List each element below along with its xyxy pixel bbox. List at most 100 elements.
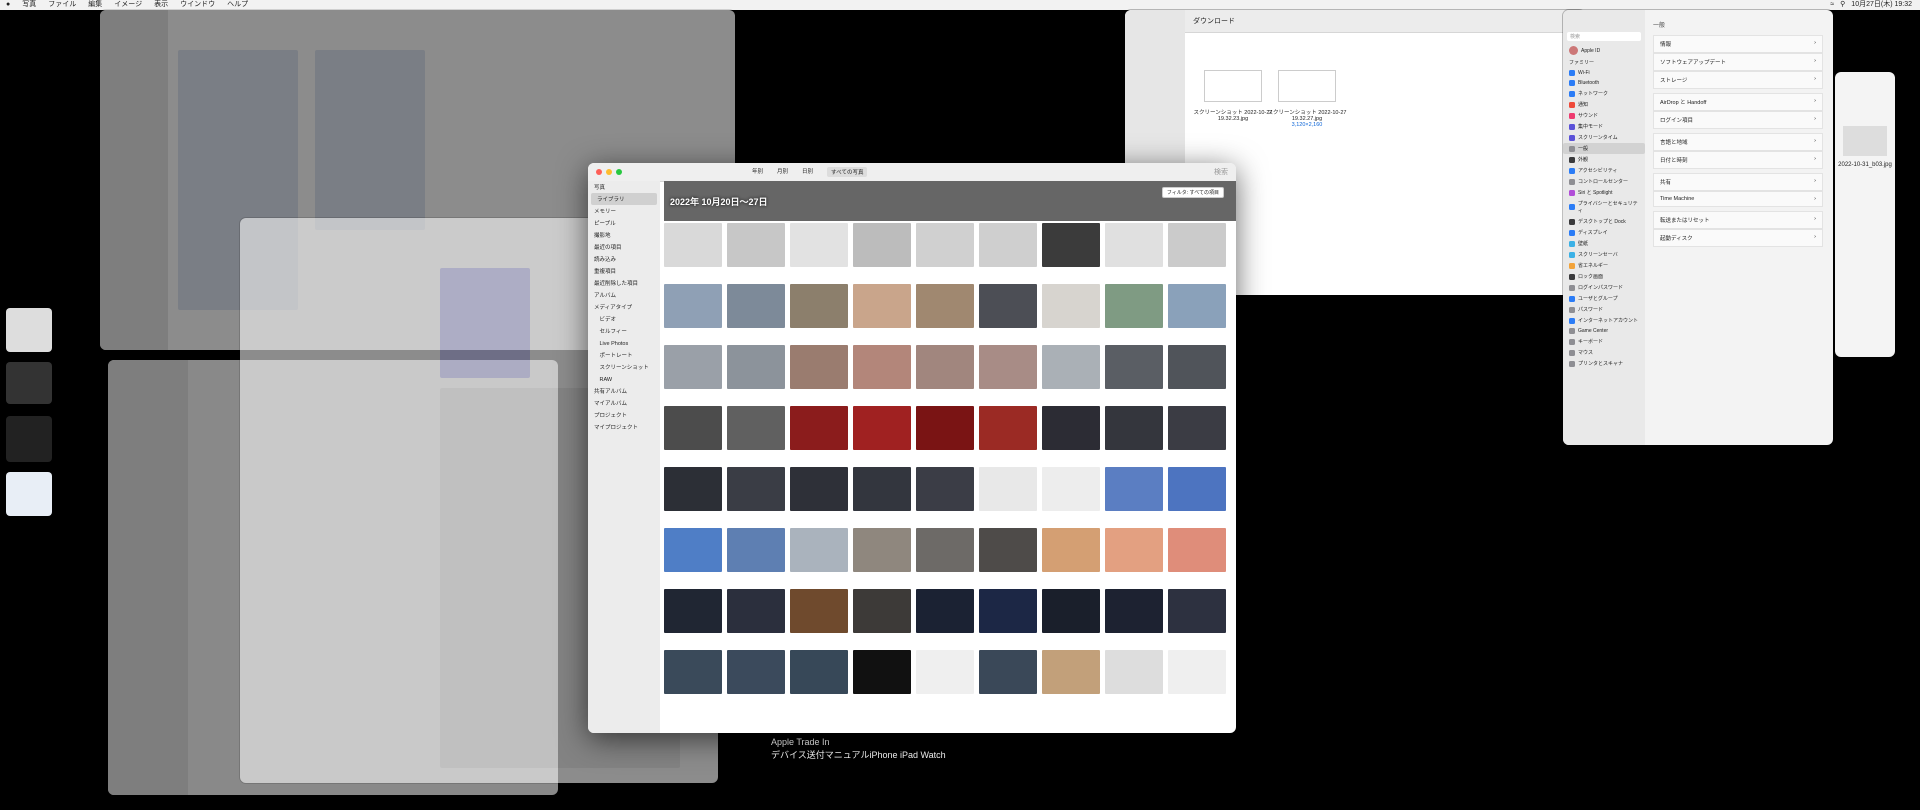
photo-thumbnail[interactable] [727, 284, 785, 328]
file-item[interactable]: スクリーンショット 2022-10-27 19.32.23.jpg [1193, 70, 1273, 122]
photo-thumbnail[interactable] [1042, 650, 1100, 694]
settings-sidebar-item[interactable]: 外観 [1563, 154, 1645, 165]
photo-thumbnail[interactable] [1042, 284, 1100, 328]
settings-sidebar-item[interactable]: マウス [1563, 347, 1645, 358]
photo-thumbnail[interactable] [727, 345, 785, 389]
photo-thumbnail[interactable] [727, 650, 785, 694]
file-item[interactable]: スクリーンショット 2022-10-27 19.32.27.jpg 3,120×… [1267, 70, 1347, 128]
settings-sidebar-item[interactable]: プリンタとスキャナ [1563, 358, 1645, 369]
photo-thumbnail[interactable] [664, 406, 722, 450]
stage-thumbnail-2[interactable] [6, 362, 52, 404]
photo-thumbnail[interactable] [790, 223, 848, 267]
photo-thumbnail[interactable] [979, 467, 1037, 511]
photo-thumbnail[interactable] [916, 589, 974, 633]
settings-sidebar-item[interactable]: Bluetooth [1563, 78, 1645, 88]
settings-sidebar-item[interactable]: ログインパスワード [1563, 282, 1645, 293]
photo-thumbnail[interactable] [853, 528, 911, 572]
menu-item-edit[interactable]: 編集 [82, 0, 108, 10]
settings-row[interactable]: AirDrop と Handoff › [1653, 93, 1823, 111]
settings-row[interactable]: 日付と時刻 › [1653, 151, 1823, 169]
photo-thumbnail[interactable] [1105, 284, 1163, 328]
settings-row[interactable]: Time Machine › [1653, 191, 1823, 207]
settings-sidebar-item[interactable]: Game Center [1563, 326, 1645, 336]
menu-item-photos[interactable]: 写真 [16, 0, 42, 10]
settings-sidebar-item[interactable]: サウンド [1563, 110, 1645, 121]
photo-thumbnail[interactable] [979, 284, 1037, 328]
photo-thumbnail[interactable] [853, 589, 911, 633]
tab-years[interactable]: 年別 [752, 167, 763, 177]
settings-sidebar-item[interactable]: キーボード [1563, 336, 1645, 347]
photo-thumbnail[interactable] [790, 406, 848, 450]
settings-sidebar-item[interactable]: 一般 [1563, 143, 1645, 154]
sidebar-item[interactable]: 重複項目 [588, 265, 660, 277]
settings-sidebar-item[interactable]: Wi-Fi [1563, 68, 1645, 78]
photo-thumbnail[interactable] [664, 467, 722, 511]
photo-thumbnail[interactable] [853, 650, 911, 694]
menubar-clock[interactable]: 10月27日(木) 19:32 [1851, 0, 1912, 10]
menu-item-image[interactable]: イメージ [108, 0, 148, 10]
photo-thumbnail[interactable] [979, 345, 1037, 389]
settings-sidebar-item[interactable]: ネットワーク [1563, 88, 1645, 99]
photo-thumbnail[interactable] [727, 223, 785, 267]
settings-sidebar-item[interactable]: ロック画面 [1563, 271, 1645, 282]
photo-thumbnail[interactable] [916, 223, 974, 267]
settings-sidebar-item[interactable]: パスワード [1563, 304, 1645, 315]
sidebar-item[interactable]: 撮影地 [588, 229, 660, 241]
stage-thumbnail-1[interactable] [6, 308, 52, 352]
search-icon[interactable]: ⚲ [1840, 0, 1845, 10]
photo-thumbnail[interactable] [916, 284, 974, 328]
photo-thumbnail[interactable] [790, 650, 848, 694]
photo-thumbnail[interactable] [979, 406, 1037, 450]
photo-thumbnail[interactable] [1042, 467, 1100, 511]
settings-sidebar-item[interactable]: スクリーンセーバ [1563, 249, 1645, 260]
photo-thumbnail[interactable] [853, 406, 911, 450]
tab-months[interactable]: 月別 [777, 167, 788, 177]
photo-thumbnail[interactable] [916, 650, 974, 694]
system-settings-window[interactable]: 検索 Apple ID ファミリー Wi-Fi Bluetooth ネットワーク 通知 サウ… [1563, 10, 1833, 445]
photo-thumbnail[interactable] [1168, 467, 1226, 511]
photo-thumbnail[interactable] [664, 284, 722, 328]
settings-sidebar-item[interactable]: 通知 [1563, 99, 1645, 110]
family-item[interactable]: ファミリー [1563, 57, 1645, 68]
photo-thumbnail[interactable] [1168, 223, 1226, 267]
settings-row[interactable]: ログイン項目 › [1653, 111, 1823, 129]
sidebar-item[interactable]: セルフィー [588, 325, 660, 337]
sidebar-item[interactable]: ピープル [588, 217, 660, 229]
photo-thumbnail[interactable] [916, 345, 974, 389]
sidebar-item[interactable]: ポートレート [588, 349, 660, 361]
tab-days[interactable]: 日別 [802, 167, 813, 177]
settings-row[interactable]: 共有 › [1653, 173, 1823, 191]
photo-thumbnail[interactable] [790, 589, 848, 633]
settings-sidebar-item[interactable]: 集中モード [1563, 121, 1645, 132]
apple-menu-icon[interactable]: ● [0, 0, 16, 10]
settings-sidebar-item[interactable]: インターネットアカウント [1563, 315, 1645, 326]
sidebar-item[interactable]: 読み込み [588, 253, 660, 265]
settings-sidebar-item[interactable]: 壁紙 [1563, 238, 1645, 249]
photo-thumbnail[interactable] [1042, 223, 1100, 267]
sidebar-item[interactable]: 最近の項目 [588, 241, 660, 253]
settings-row[interactable]: ソフトウェアアップデート › [1653, 53, 1823, 71]
sidebar-item[interactable]: メモリー [588, 205, 660, 217]
photo-thumbnail[interactable] [1168, 528, 1226, 572]
settings-sidebar-item[interactable]: ユーザとグループ [1563, 293, 1645, 304]
settings-sidebar-item[interactable]: アクセシビリティ [1563, 165, 1645, 176]
settings-sidebar-item[interactable]: ディスプレイ [1563, 227, 1645, 238]
photo-thumbnail[interactable] [916, 467, 974, 511]
settings-search-field[interactable]: 検索 [1567, 32, 1641, 41]
settings-sidebar-item[interactable]: コントロールセンター [1563, 176, 1645, 187]
settings-sidebar-item[interactable]: スクリーンタイム [1563, 132, 1645, 143]
close-button[interactable] [596, 169, 602, 175]
photo-thumbnail[interactable] [1105, 467, 1163, 511]
wifi-icon[interactable]: ≈ [1830, 0, 1834, 10]
photo-thumbnail[interactable] [727, 406, 785, 450]
photo-thumbnail[interactable] [853, 467, 911, 511]
sidebar-item[interactable]: RAW [588, 373, 660, 385]
sidebar-item[interactable]: 最近削除した項目 [588, 277, 660, 289]
photo-thumbnail[interactable] [1105, 345, 1163, 389]
photo-thumbnail[interactable] [1042, 528, 1100, 572]
stage-thumbnail-4[interactable] [6, 472, 52, 516]
photo-thumbnail[interactable] [1042, 406, 1100, 450]
settings-row[interactable]: 起動ディスク › [1653, 229, 1823, 247]
photo-thumbnail[interactable] [664, 223, 722, 267]
photo-thumbnail[interactable] [853, 345, 911, 389]
